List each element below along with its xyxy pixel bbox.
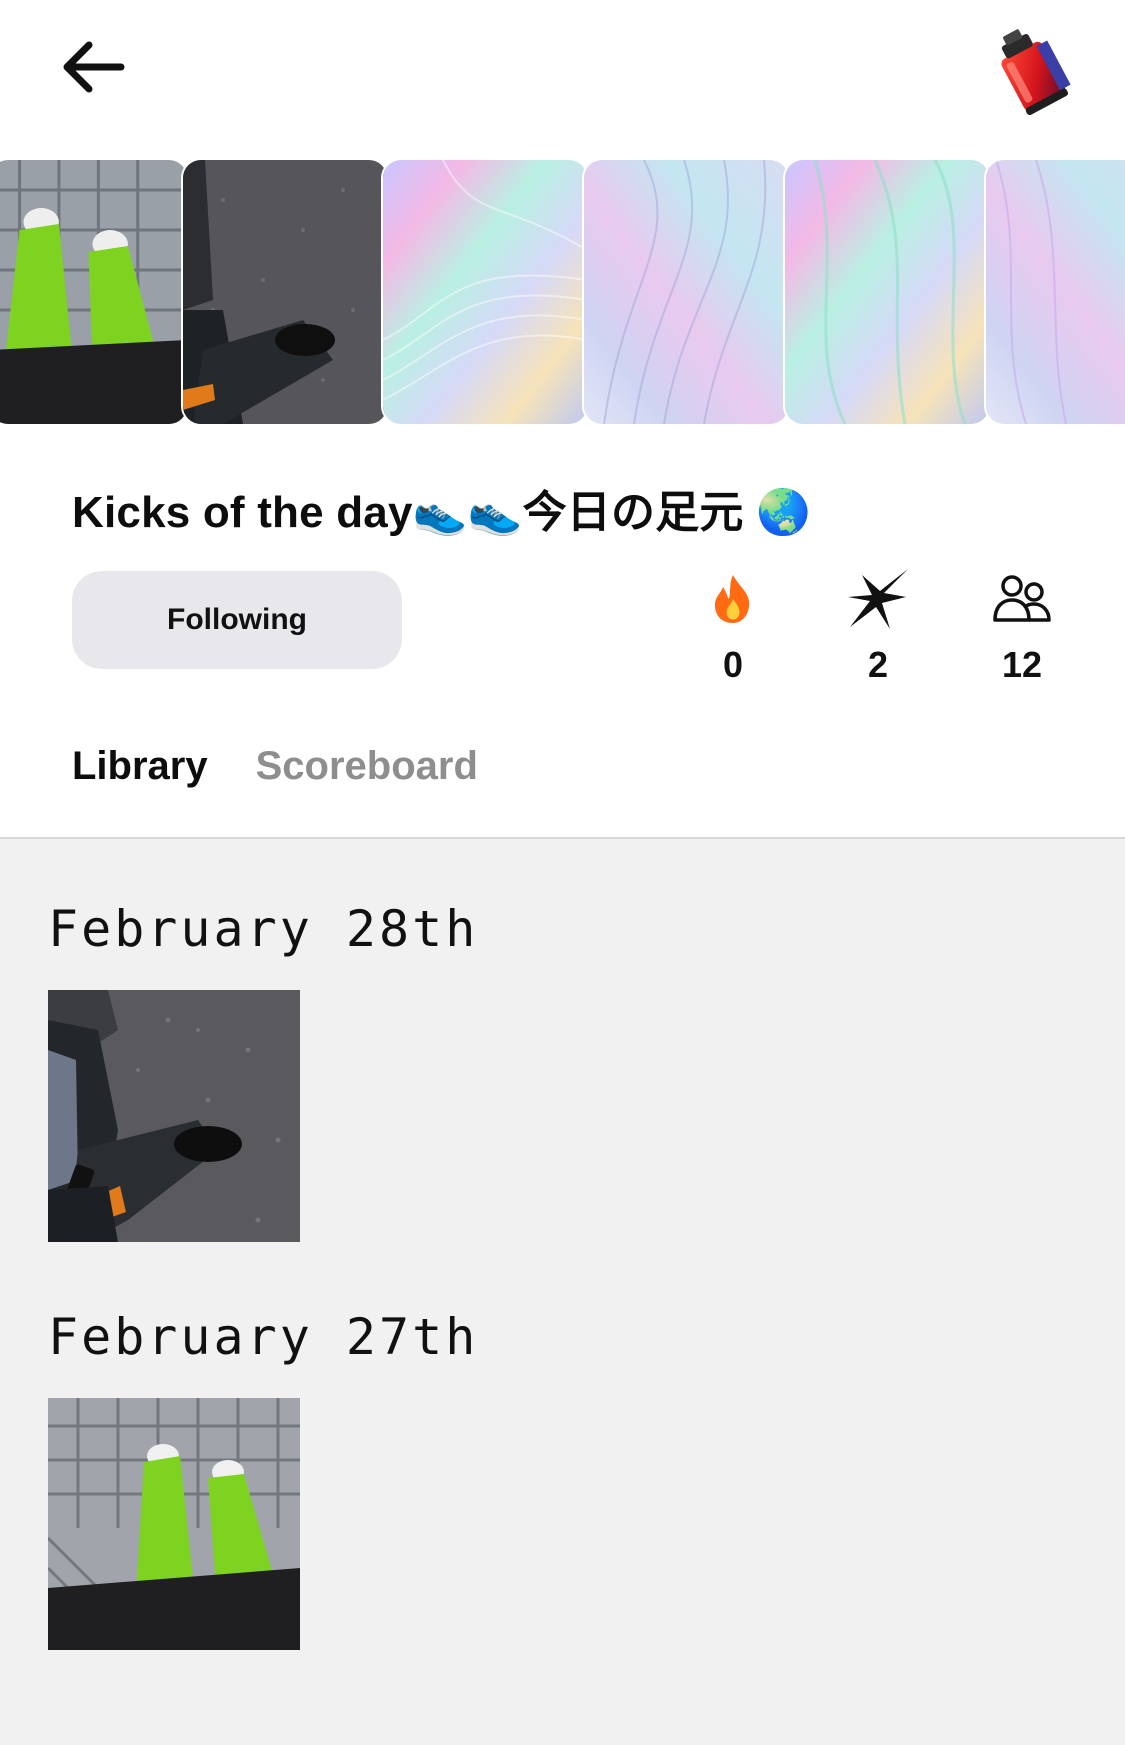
date-heading: February 28th xyxy=(48,900,479,958)
stat-fire[interactable]: 0 xyxy=(678,566,788,686)
arrow-left-icon xyxy=(63,41,125,93)
club-header: Kicks of the day👟👟今日の足元 🌏 Following 0 2 xyxy=(0,426,1125,838)
photo-thumbnail[interactable] xyxy=(48,990,300,1242)
fire-icon xyxy=(715,575,750,623)
cover-holographic-4 xyxy=(986,160,1125,424)
photo-thumbnail[interactable] xyxy=(48,1398,300,1650)
stat-members[interactable]: 12 xyxy=(967,566,1077,686)
film-roll-button[interactable] xyxy=(985,18,1075,118)
following-button[interactable]: Following xyxy=(72,571,402,669)
members-icon xyxy=(993,575,1051,622)
library-section-feb-28: February 28th xyxy=(48,900,479,1242)
stat-fire-count: 0 xyxy=(722,644,744,685)
cover-photo-black-shoes xyxy=(183,160,387,424)
cover-holographic-1 xyxy=(383,160,587,424)
stat-sparkle-count: 2 xyxy=(867,644,889,685)
stat-sparkle[interactable]: 2 xyxy=(823,566,933,686)
stat-members-count: 12 xyxy=(1001,644,1043,685)
top-bar xyxy=(0,0,1125,158)
tab-scoreboard[interactable]: Scoreboard xyxy=(256,744,478,789)
library-section-feb-27: February 27th xyxy=(48,1308,479,1650)
cover-photo-strip xyxy=(0,158,1125,426)
sparkle-icon xyxy=(848,569,908,629)
tab-library[interactable]: Library xyxy=(72,744,208,789)
tab-bar: Library Scoreboard xyxy=(72,744,478,789)
divider xyxy=(0,837,1125,839)
cover-holographic-3 xyxy=(785,160,989,424)
cover-holographic-2 xyxy=(584,160,788,424)
club-title: Kicks of the day👟👟今日の足元 🌏 xyxy=(72,488,812,537)
back-button[interactable] xyxy=(52,30,132,104)
cover-photo-green-pants xyxy=(0,160,187,424)
film-roll-icon xyxy=(1001,29,1071,116)
date-heading: February 27th xyxy=(48,1308,479,1366)
